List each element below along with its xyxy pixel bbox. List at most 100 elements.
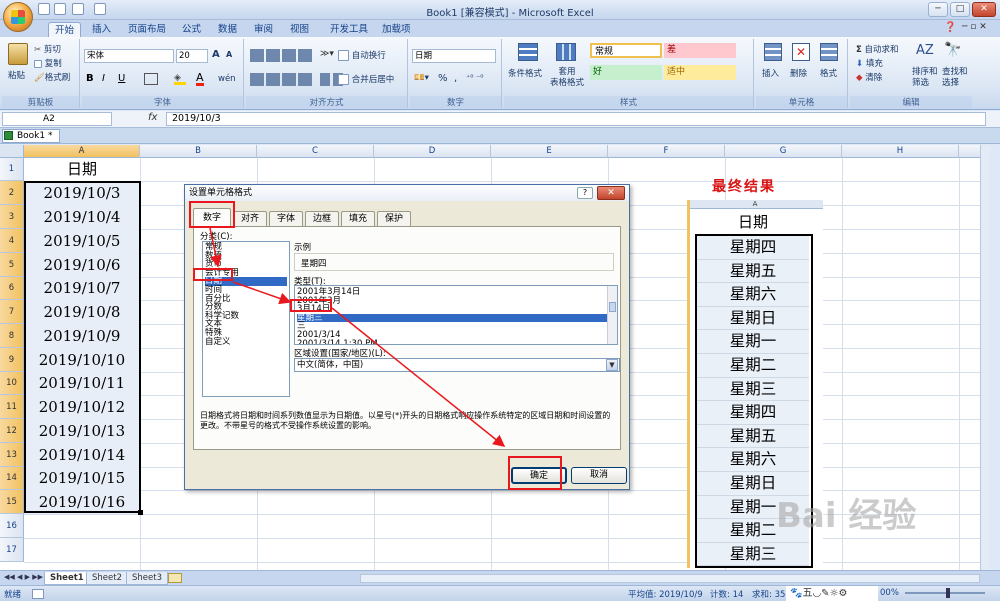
scroll-thumb[interactable] (609, 302, 616, 312)
row-header[interactable]: 12 (0, 419, 24, 443)
ime-toolbar[interactable]: 🐾五◡✎☼⚙ (786, 586, 878, 601)
find-select-button[interactable]: 查找和 选择 (942, 67, 968, 89)
phonetic-button[interactable]: wén (218, 74, 236, 84)
col-header-g[interactable]: G (725, 145, 842, 158)
tab-review[interactable]: 审阅 (248, 22, 279, 37)
type-item[interactable]: 星期三 (297, 314, 607, 323)
italic-button[interactable]: I (102, 73, 105, 84)
decimal-icons[interactable]: ⁺⁰ ⁻⁰ (466, 73, 483, 82)
undo-icon[interactable] (54, 3, 66, 15)
sheet-nav-icons[interactable]: ◀◀ ◀ ▶ ▶▶ (4, 573, 43, 581)
orientation-icon[interactable]: ≫▾ (320, 49, 334, 59)
tab-page-layout[interactable]: 页面布局 (122, 22, 172, 37)
office-button[interactable] (3, 2, 33, 32)
row-header[interactable]: 11 (0, 395, 24, 419)
find-icon[interactable]: 🔭 (944, 42, 961, 58)
close-button[interactable]: ✕ (972, 2, 996, 17)
dialog-tab-fill[interactable]: 填充 (341, 211, 375, 226)
paste-button[interactable]: 粘贴 (8, 69, 25, 81)
merge-button[interactable]: 合并后居中 (338, 73, 394, 85)
grow-font-button[interactable]: A (212, 49, 220, 60)
format-cells-button[interactable]: 格式 (820, 67, 837, 79)
redo-icon[interactable] (72, 3, 84, 15)
type-item[interactable]: 三 (297, 322, 607, 331)
print-preview-icon[interactable] (94, 3, 106, 15)
tab-insert[interactable]: 插入 (86, 22, 117, 37)
paste-icon[interactable] (8, 43, 28, 65)
delete-cells-button[interactable]: 删除 (790, 67, 807, 79)
type-item[interactable]: 2001年3月14日 (297, 288, 607, 297)
tab-formulas[interactable]: 公式 (176, 22, 207, 37)
tab-home[interactable]: 开始 (48, 22, 82, 37)
row-header[interactable]: 5 (0, 253, 24, 277)
accounting-icon[interactable]: 💴▾ (414, 73, 429, 83)
format-cells-icon[interactable] (820, 43, 838, 61)
horizontal-align-icon[interactable] (250, 73, 314, 86)
locale-dropdown-arrow-icon[interactable]: ▼ (606, 359, 618, 371)
style-bad[interactable]: 差 (664, 43, 736, 58)
wrap-text-button[interactable]: 自动换行 (338, 49, 386, 61)
dialog-tab-alignment[interactable]: 对齐 (233, 211, 267, 226)
row-header[interactable]: 13 (0, 443, 24, 467)
maximize-button[interactable]: □ (950, 2, 970, 17)
fill-button[interactable]: ⬇ 填充 (856, 57, 883, 69)
comma-button[interactable]: , (454, 73, 457, 84)
shrink-font-button[interactable]: A (226, 50, 232, 59)
col-header-h[interactable]: H (842, 145, 959, 158)
status-zoom[interactable]: 00% (880, 588, 899, 598)
row-header[interactable]: 4 (0, 229, 24, 253)
number-format-combo[interactable]: 日期 (412, 49, 496, 63)
tab-view[interactable]: 视图 (284, 22, 315, 37)
conditional-format-button[interactable]: 条件格式 (508, 67, 542, 79)
zoom-slider-thumb[interactable] (946, 588, 950, 598)
font-name-combo[interactable]: 宋体 (84, 49, 174, 63)
dialog-tab-border[interactable]: 边框 (305, 211, 339, 226)
tab-data[interactable]: 数据 (212, 22, 243, 37)
insert-cells-button[interactable]: 插入 (762, 67, 779, 79)
col-header-c[interactable]: C (257, 145, 374, 158)
macro-record-icon[interactable] (32, 589, 44, 599)
cancel-button[interactable]: 取消 (571, 467, 627, 484)
insert-cells-icon[interactable] (764, 43, 782, 61)
style-normal[interactable]: 常规 (590, 43, 662, 58)
sheet-tab-1[interactable]: Sheet1 (44, 572, 90, 585)
table-format-button[interactable]: 套用 表格格式 (550, 67, 584, 89)
vertical-scrollbar[interactable] (980, 145, 990, 570)
tab-addins[interactable]: 加载项 (376, 22, 417, 37)
col-header-e[interactable]: E (491, 145, 608, 158)
row-header[interactable]: 6 (0, 277, 24, 300)
font-color-icon[interactable]: A (196, 72, 204, 86)
conditional-format-icon[interactable] (518, 43, 538, 61)
style-neutral[interactable]: 适中 (664, 65, 736, 80)
type-item[interactable]: 2001/3/14 1:30 PM (297, 339, 607, 344)
row-header[interactable]: 7 (0, 300, 24, 324)
zoom-slider[interactable] (905, 592, 985, 594)
row-header[interactable]: 3 (0, 205, 24, 229)
vertical-align-icon[interactable] (250, 49, 314, 62)
row-header[interactable]: 17 (0, 538, 24, 562)
table-format-icon[interactable] (556, 43, 576, 61)
clear-button[interactable]: ◆ 清除 (856, 71, 882, 83)
col-header-f[interactable]: F (608, 145, 725, 158)
row-header[interactable]: 15 (0, 490, 24, 514)
type-item[interactable]: 2001年3月 (297, 296, 607, 306)
row-header[interactable]: 14 (0, 467, 24, 490)
sheet-tab-2[interactable]: Sheet2 (86, 572, 128, 585)
sort-icon[interactable]: AZ (916, 43, 934, 58)
row-header[interactable]: 9 (0, 348, 24, 372)
save-icon[interactable] (38, 3, 50, 15)
type-list[interactable]: 2001年3月14日 2001年3月 3月14日 星期三三 2001/3/14 2001/… (294, 285, 618, 345)
category-list[interactable]: 常规 数值 货币 会计专用 日期 时间 百分比 分数 科学记数 文本 特殊 自定义 (202, 241, 290, 397)
border-icon[interactable] (144, 73, 158, 85)
row-header[interactable]: 16 (0, 514, 24, 538)
dialog-tab-font[interactable]: 字体 (269, 211, 303, 226)
row-header[interactable]: 10 (0, 372, 24, 395)
col-header-a[interactable]: A (24, 145, 140, 158)
format-painter-button[interactable]: 🖌格式刷 (34, 71, 70, 83)
fill-handle[interactable] (138, 510, 143, 515)
dialog-tab-protection[interactable]: 保护 (377, 211, 411, 226)
category-item[interactable]: 自定义 (205, 337, 287, 347)
percent-button[interactable]: % (438, 73, 448, 84)
font-size-combo[interactable]: 20 (176, 49, 208, 63)
insert-function-button[interactable]: fx (148, 112, 157, 123)
